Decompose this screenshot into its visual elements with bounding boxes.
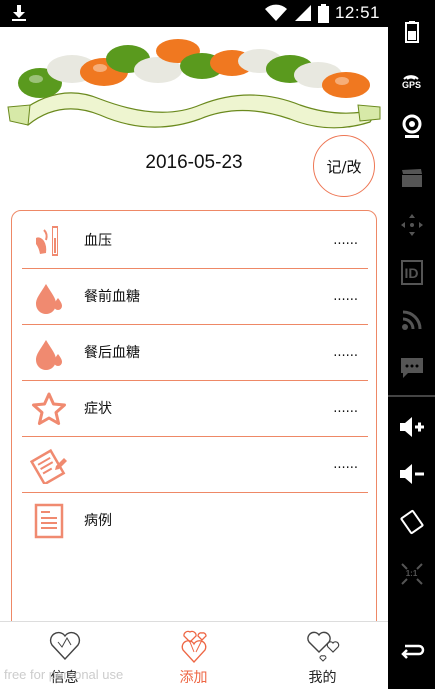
volume-up-button[interactable]: [388, 407, 435, 447]
heart-outline-icon: [49, 631, 80, 661]
item-label: 餐后血糖: [84, 345, 140, 361]
gps-button[interactable]: GPS: [388, 60, 435, 100]
notes-pencil-icon: [30, 446, 68, 484]
video-button[interactable]: [388, 158, 435, 198]
item-label: 血压: [84, 233, 112, 249]
blood-pressure-icon: [30, 222, 68, 260]
tab-label: 添加: [179, 670, 208, 686]
list-item-post-meal-glucose[interactable]: 餐后血糖 ......: [22, 325, 368, 381]
tab-label: 我的: [308, 670, 337, 686]
blood-drop-icon: [30, 334, 68, 372]
item-value: ......: [333, 233, 358, 248]
rotate-button[interactable]: [388, 502, 435, 542]
sidebar-divider: [388, 395, 435, 397]
list-item-symptoms[interactable]: 症状 ......: [22, 381, 368, 437]
tab-mine[interactable]: 我的: [258, 622, 387, 690]
hearts-bouquet-icon: [181, 630, 207, 663]
rss-button[interactable]: [388, 300, 435, 340]
ratio-button[interactable]: 1:1: [388, 550, 435, 590]
rss-icon: [401, 310, 421, 330]
dpad-button[interactable]: [388, 205, 435, 245]
list-item-medical-record[interactable]: 病例: [22, 493, 368, 549]
rotate-icon: [399, 510, 424, 534]
status-time: 12:51: [334, 3, 380, 22]
item-label: 病例: [84, 513, 112, 529]
list-item-blood-pressure[interactable]: 血压 ......: [22, 213, 368, 269]
balloons-banner-image: [7, 39, 381, 129]
gps-label: GPS: [401, 80, 421, 90]
gps-signal-icon: [403, 75, 420, 80]
item-value: ......: [333, 457, 358, 472]
watermark-text: free for personal use: [4, 667, 124, 682]
volume-up-icon: [399, 417, 424, 437]
chat-bubble-icon: [400, 358, 423, 378]
blood-drop-icon: [30, 278, 68, 316]
star-icon: [30, 390, 68, 428]
health-record-card: 血压 ...... 餐前血糖 ...... 餐后血糖 ...... 症状 ...…: [11, 210, 377, 640]
list-item-pre-meal-glucose[interactable]: 餐前血糖 ......: [22, 269, 368, 325]
sms-button[interactable]: [388, 348, 435, 388]
two-hearts-icon: [306, 631, 339, 662]
clapperboard-icon: [401, 169, 422, 187]
item-value: ......: [333, 345, 358, 360]
item-value: ......: [333, 401, 358, 416]
wifi-icon: [264, 4, 287, 21]
tab-add[interactable]: 添加: [129, 622, 258, 690]
id-button[interactable]: ID: [388, 252, 435, 292]
battery-icon: [317, 3, 329, 23]
record-edit-label: 记/改: [326, 157, 362, 176]
document-icon: [30, 502, 68, 540]
battery-button[interactable]: [388, 12, 435, 52]
webcam-icon: [402, 114, 421, 138]
back-button[interactable]: [388, 632, 435, 672]
item-value: ......: [333, 289, 358, 304]
volume-down-button[interactable]: [388, 454, 435, 494]
back-icon: [400, 644, 424, 659]
download-icon: [12, 5, 26, 21]
id-label: ID: [404, 264, 419, 281]
list-item-notes[interactable]: ......: [22, 437, 368, 493]
volume-down-icon: [399, 464, 424, 484]
signal-icon: [294, 5, 311, 21]
record-edit-button[interactable]: 记/改: [313, 135, 375, 197]
item-label: 症状: [84, 401, 112, 417]
battery-icon: [404, 21, 419, 43]
dpad-icon: [400, 214, 423, 236]
status-bar: 12:51: [0, 0, 388, 27]
item-label: 餐前血糖: [84, 289, 140, 305]
ratio-label: 1:1: [405, 569, 418, 578]
emulator-sidebar: GPS ID 1:1: [388, 0, 435, 689]
webcam-button[interactable]: [388, 107, 435, 147]
